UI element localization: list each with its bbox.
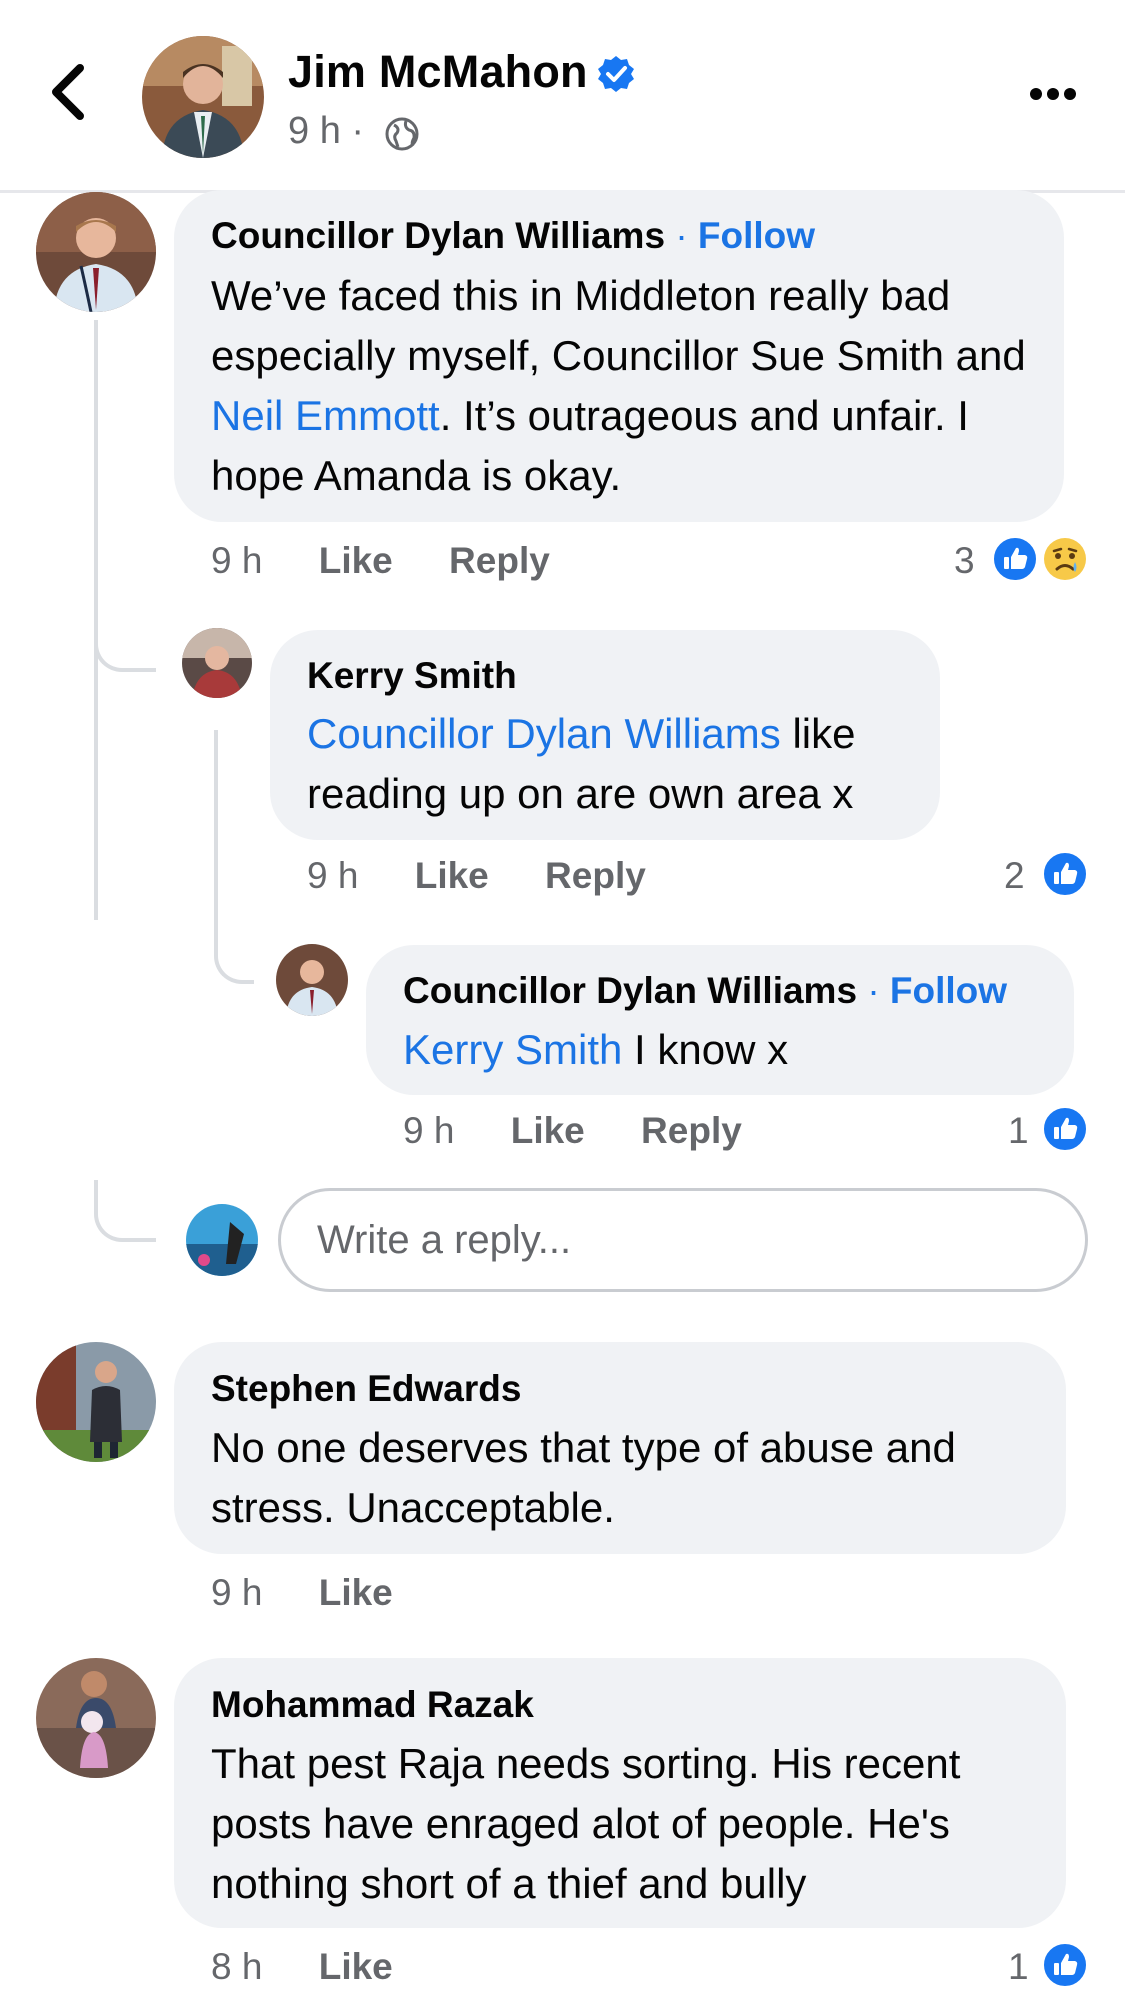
follow-button[interactable]: Follow [890, 970, 1007, 1011]
comment-author[interactable]: Stephen Edwards [211, 1368, 521, 1410]
current-user-avatar [186, 1204, 258, 1276]
comment-actions: 9 h Like [211, 1572, 393, 1614]
verified-badge-icon [598, 56, 634, 92]
comment-actions: 9 h Like Reply [211, 540, 550, 582]
commenter-avatar[interactable] [36, 1658, 156, 1778]
thread-connector [94, 1180, 156, 1242]
comment-text: No one deserves that type of abuse and s… [211, 1424, 956, 1531]
reply-button[interactable]: Reply [641, 1110, 742, 1151]
comment-author[interactable]: Councillor Dylan Williams · Follow [403, 970, 1007, 1012]
like-button[interactable]: Like [511, 1110, 585, 1151]
like-button[interactable]: Like [319, 1572, 393, 1613]
back-chevron-icon[interactable] [48, 62, 88, 122]
sad-reaction-icon [1044, 538, 1086, 580]
comment-author[interactable]: Kerry Smith [307, 655, 517, 697]
comment-text: Kerry Smith I know x [403, 1026, 789, 1073]
like-button[interactable]: Like [415, 855, 489, 896]
thread-connector [214, 920, 254, 984]
comment-timestamp: 8 h [211, 1946, 263, 1987]
like-reaction-icon [1042, 1106, 1088, 1152]
reaction-count[interactable]: 1 [1008, 1946, 1029, 1988]
globe-icon [385, 117, 419, 151]
comment-actions: 8 h Like [211, 1946, 393, 1988]
mention-link[interactable]: Kerry Smith [403, 1026, 622, 1073]
comment-timestamp: 9 h [211, 540, 263, 581]
reply-button[interactable]: Reply [449, 540, 550, 581]
like-reaction-icon [1042, 1942, 1088, 1988]
comment-text: We’ve faced this in Middleton really bad… [211, 272, 1026, 499]
author-avatar[interactable] [142, 36, 264, 158]
like-button[interactable]: Like [319, 540, 393, 581]
comment-timestamp: 9 h [403, 1110, 455, 1151]
comment-actions: 9 h Like Reply [307, 855, 646, 897]
reaction-count[interactable]: 1 [1008, 1110, 1029, 1152]
comment-text: That pest Raja needs sorting. His recent… [211, 1740, 961, 1907]
comment-author[interactable]: Mohammad Razak [211, 1684, 534, 1726]
commenter-avatar[interactable] [36, 1342, 156, 1462]
like-button[interactable]: Like [319, 1946, 393, 1987]
post-timestamp: 9 h · [288, 110, 365, 152]
thread-line [214, 730, 218, 930]
reply-button[interactable]: Reply [545, 855, 646, 896]
comment-text: Councillor Dylan Williams like reading u… [307, 710, 856, 817]
like-reaction-icon [1042, 851, 1088, 897]
comment-actions: 9 h Like Reply [403, 1110, 742, 1152]
more-options-icon[interactable] [1028, 86, 1078, 102]
commenter-avatar[interactable] [36, 192, 156, 312]
reaction-count[interactable]: 2 [1004, 855, 1025, 897]
commenter-avatar[interactable] [182, 628, 252, 698]
comment-timestamp: 9 h [211, 1572, 263, 1613]
reply-input[interactable]: Write a reply... [278, 1188, 1088, 1292]
follow-button[interactable]: Follow [698, 215, 815, 256]
like-reaction-icon [992, 536, 1038, 582]
commenter-avatar[interactable] [276, 944, 348, 1016]
reaction-count[interactable]: 3 [954, 540, 975, 582]
mention-link[interactable]: Neil Emmott [211, 392, 440, 439]
comment-author[interactable]: Councillor Dylan Williams · Follow [211, 215, 815, 257]
comment-timestamp: 9 h [307, 855, 359, 896]
mention-link[interactable]: Councillor Dylan Williams [307, 710, 781, 757]
thread-connector [94, 610, 156, 672]
post-author-name[interactable]: Jim McMahon [288, 46, 588, 98]
